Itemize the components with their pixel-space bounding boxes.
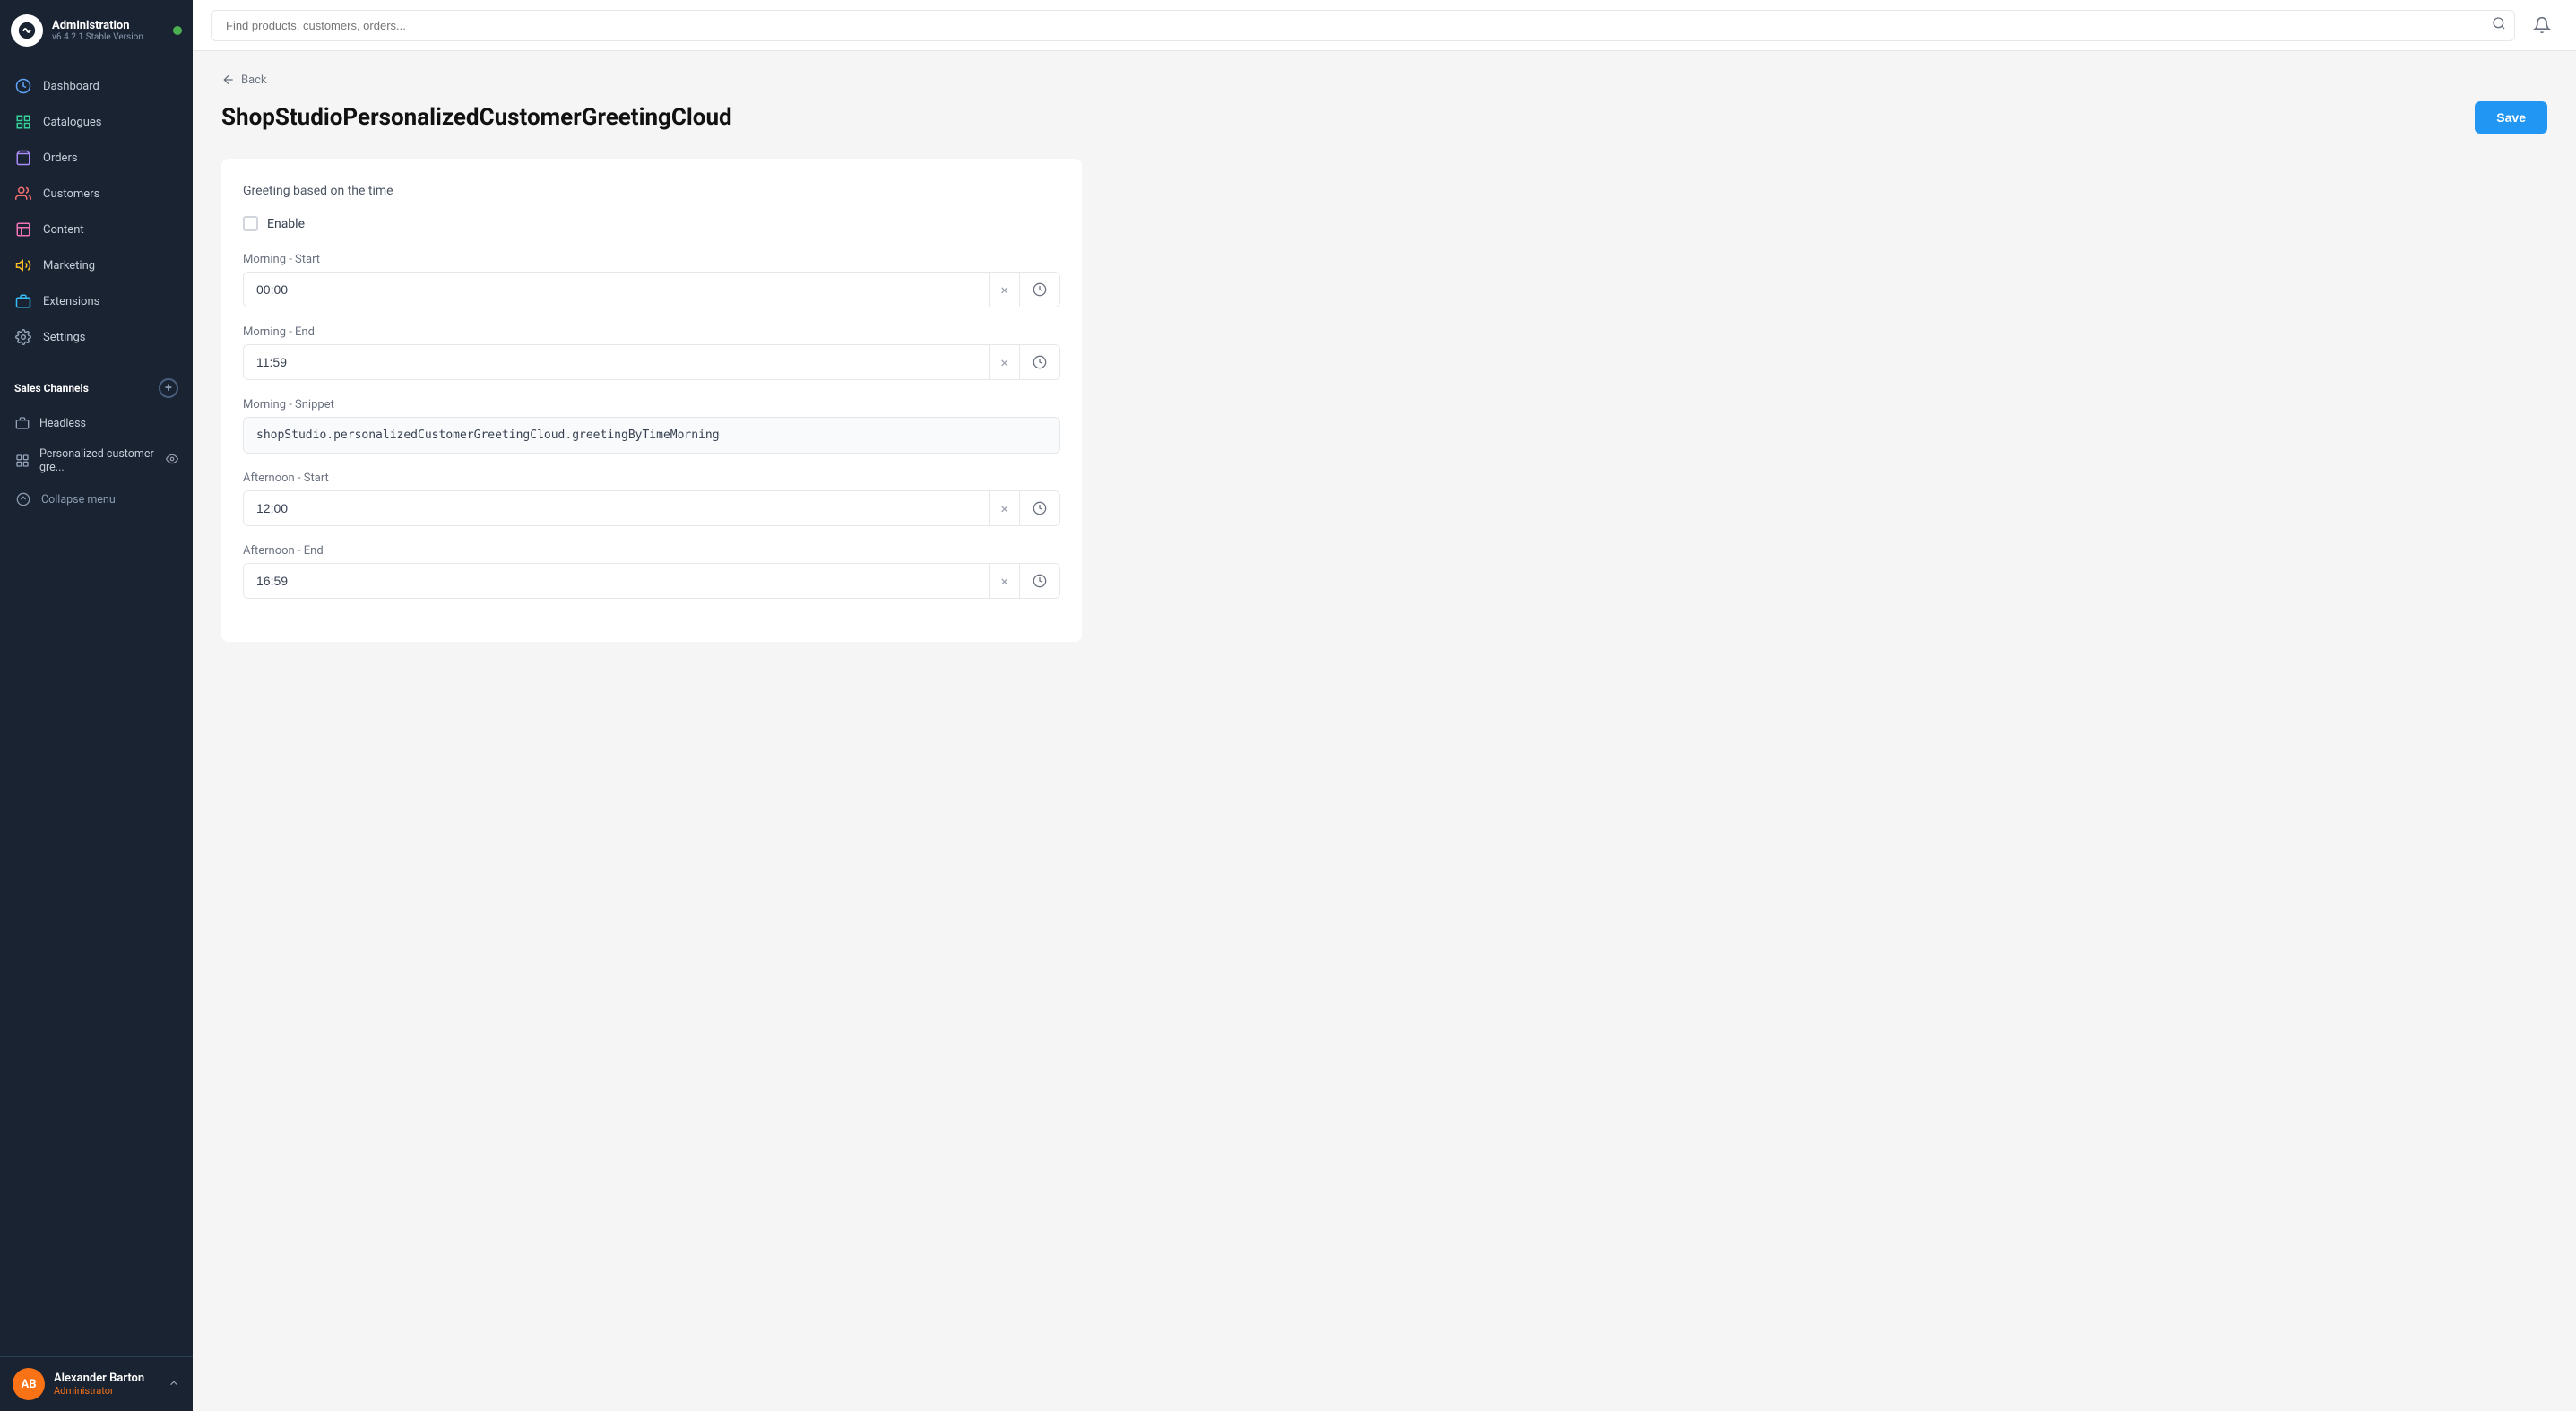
- notifications-button[interactable]: [2526, 9, 2558, 41]
- sidebar-item-extensions[interactable]: Extensions: [0, 283, 193, 319]
- sidebar-item-label: Settings: [43, 331, 85, 344]
- afternoon-end-input[interactable]: [244, 564, 989, 598]
- sidebar-item-label: Catalogues: [43, 116, 102, 129]
- sidebar-item-dashboard[interactable]: Dashboard: [0, 68, 193, 104]
- settings-icon: [14, 328, 32, 346]
- morning-end-input-wrap: ×: [243, 344, 1060, 380]
- sidebar-sub-label: Headless: [39, 417, 86, 430]
- headless-icon: [14, 415, 30, 431]
- app-version: v6.4.2.1 Stable Version: [52, 32, 164, 42]
- app-logo: [11, 14, 43, 47]
- afternoon-end-field: Afternoon - End ×: [243, 544, 1060, 599]
- sidebar-item-label: Extensions: [43, 295, 99, 308]
- sales-channels-label: Sales Channels: [14, 382, 89, 394]
- marketing-icon: [14, 256, 32, 274]
- online-indicator: [173, 26, 182, 35]
- search-input[interactable]: [211, 10, 2515, 41]
- sidebar-item-label: Orders: [43, 151, 78, 165]
- sidebar-item-label: Dashboard: [43, 80, 99, 93]
- afternoon-start-input[interactable]: [244, 491, 989, 525]
- sidebar-item-orders[interactable]: Orders: [0, 140, 193, 176]
- sidebar-item-marketing[interactable]: Marketing: [0, 247, 193, 283]
- morning-end-label: Morning - End: [243, 325, 1060, 339]
- user-info: Alexander Barton Administrator: [54, 1372, 159, 1397]
- sidebar-item-label: Marketing: [43, 259, 95, 273]
- main-area: Back ShopStudioPersonalizedCustomerGreet…: [193, 0, 2576, 1411]
- morning-snippet-value: shopStudio.personalizedCustomerGreetingC…: [243, 417, 1060, 454]
- morning-start-input-wrap: ×: [243, 272, 1060, 307]
- morning-end-clock-button[interactable]: [1019, 345, 1059, 379]
- afternoon-start-field: Afternoon - Start ×: [243, 472, 1060, 526]
- sidebar-item-customers[interactable]: Customers: [0, 176, 193, 212]
- section-title: Greeting based on the time: [243, 184, 1060, 198]
- extensions-icon: [14, 292, 32, 310]
- main-nav: Dashboard Catalogues Orders: [0, 61, 193, 362]
- page-content: Back ShopStudioPersonalizedCustomerGreet…: [193, 51, 2576, 1411]
- sales-channels-section: Sales Channels +: [0, 369, 193, 407]
- sidebar-item-label: Content: [43, 223, 84, 237]
- sidebar-item-catalogues[interactable]: Catalogues: [0, 104, 193, 140]
- morning-start-label: Morning - Start: [243, 253, 1060, 266]
- collapse-menu-button[interactable]: Collapse menu: [0, 482, 193, 516]
- sidebar-item-label: Customers: [43, 187, 99, 201]
- back-link[interactable]: Back: [221, 73, 2547, 87]
- sidebar-header: Administration v6.4.2.1 Stable Version: [0, 0, 193, 61]
- sidebar-sub-label: Personalized customer gre...: [39, 447, 157, 474]
- app-title-block: Administration v6.4.2.1 Stable Version: [52, 19, 164, 42]
- afternoon-end-clear-button[interactable]: ×: [989, 564, 1019, 598]
- collapse-label: Collapse menu: [41, 493, 116, 506]
- afternoon-start-input-wrap: ×: [243, 490, 1060, 526]
- user-role: Administrator: [54, 1385, 159, 1397]
- enable-checkbox[interactable]: [243, 216, 258, 231]
- catalogues-icon: [14, 113, 32, 131]
- eye-icon[interactable]: [166, 453, 178, 469]
- enable-label: Enable: [267, 217, 305, 231]
- sidebar-item-personalized[interactable]: Personalized customer gre...: [0, 439, 193, 482]
- chevron-up-icon: [168, 1376, 180, 1393]
- content-icon: [14, 221, 32, 238]
- greeting-card: Greeting based on the time Enable Mornin…: [221, 159, 1082, 642]
- afternoon-start-clock-button[interactable]: [1019, 491, 1059, 525]
- morning-start-field: Morning - Start ×: [243, 253, 1060, 307]
- enable-row: Enable: [243, 216, 1060, 231]
- morning-snippet-field: Morning - Snippet shopStudio.personalize…: [243, 398, 1060, 454]
- plugin-icon: [14, 453, 30, 469]
- afternoon-start-clear-button[interactable]: ×: [989, 491, 1019, 525]
- morning-start-input[interactable]: [244, 273, 989, 307]
- topbar: [193, 0, 2576, 51]
- page-header: ShopStudioPersonalizedCustomerGreetingCl…: [221, 101, 2547, 134]
- search-icon[interactable]: [2492, 16, 2506, 34]
- orders-icon: [14, 149, 32, 167]
- save-button[interactable]: Save: [2475, 101, 2547, 134]
- customers-icon: [14, 185, 32, 203]
- morning-start-clock-button[interactable]: [1019, 273, 1059, 307]
- morning-start-clear-button[interactable]: ×: [989, 273, 1019, 307]
- dashboard-icon: [14, 77, 32, 95]
- sidebar-item-settings[interactable]: Settings: [0, 319, 193, 355]
- user-name: Alexander Barton: [54, 1372, 159, 1385]
- search-box: [211, 10, 2515, 41]
- afternoon-start-label: Afternoon - Start: [243, 472, 1060, 485]
- sidebar: Administration v6.4.2.1 Stable Version D…: [0, 0, 193, 1411]
- page-title: ShopStudioPersonalizedCustomerGreetingCl…: [221, 104, 732, 131]
- afternoon-end-clock-button[interactable]: [1019, 564, 1059, 598]
- afternoon-end-label: Afternoon - End: [243, 544, 1060, 558]
- user-profile[interactable]: AB Alexander Barton Administrator: [0, 1356, 193, 1411]
- collapse-icon: [14, 490, 32, 508]
- sidebar-item-content[interactable]: Content: [0, 212, 193, 247]
- app-name: Administration: [52, 19, 164, 32]
- morning-end-input[interactable]: [244, 345, 989, 379]
- morning-end-field: Morning - End ×: [243, 325, 1060, 380]
- morning-end-clear-button[interactable]: ×: [989, 345, 1019, 379]
- back-label: Back: [241, 74, 267, 87]
- sidebar-item-headless[interactable]: Headless: [0, 407, 193, 439]
- add-channel-button[interactable]: +: [159, 378, 178, 398]
- afternoon-end-input-wrap: ×: [243, 563, 1060, 599]
- avatar: AB: [13, 1368, 45, 1400]
- morning-snippet-label: Morning - Snippet: [243, 398, 1060, 411]
